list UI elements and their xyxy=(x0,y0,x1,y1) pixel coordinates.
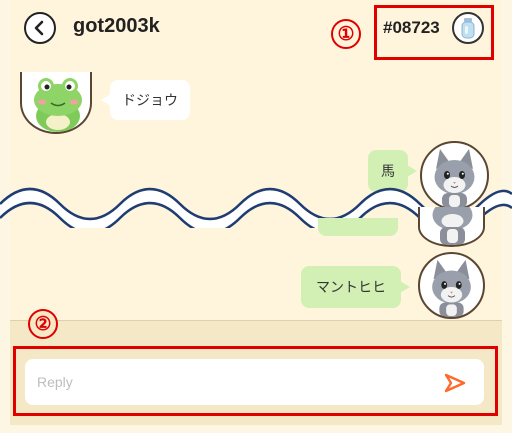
reply-input[interactable] xyxy=(25,359,484,405)
frog-avatar-icon[interactable] xyxy=(20,72,92,134)
message-bubble-received: ドジョウ xyxy=(101,80,190,120)
cat-avatar-icon[interactable] xyxy=(418,252,485,319)
user-id-label: #08723 xyxy=(383,18,440,37)
message-bubble-sent-partial xyxy=(318,218,398,236)
chat-screen: got2003k ① #08723 ドジョウ 馬 マントヒヒ ② Reply xyxy=(0,0,512,433)
callout-number-1: ① xyxy=(331,19,361,49)
message-bubble-sent: マントヒヒ xyxy=(301,266,410,308)
chat-username: got2003k xyxy=(73,15,160,37)
send-icon xyxy=(444,373,466,393)
send-button[interactable] xyxy=(441,371,469,395)
bottle-avatar-icon[interactable] xyxy=(452,12,484,44)
callout-number-2: ② xyxy=(28,309,58,339)
chevron-left-icon xyxy=(34,20,44,36)
cat-avatar-icon[interactable] xyxy=(418,207,485,247)
composer-divider xyxy=(10,320,502,321)
back-button[interactable] xyxy=(24,12,56,44)
